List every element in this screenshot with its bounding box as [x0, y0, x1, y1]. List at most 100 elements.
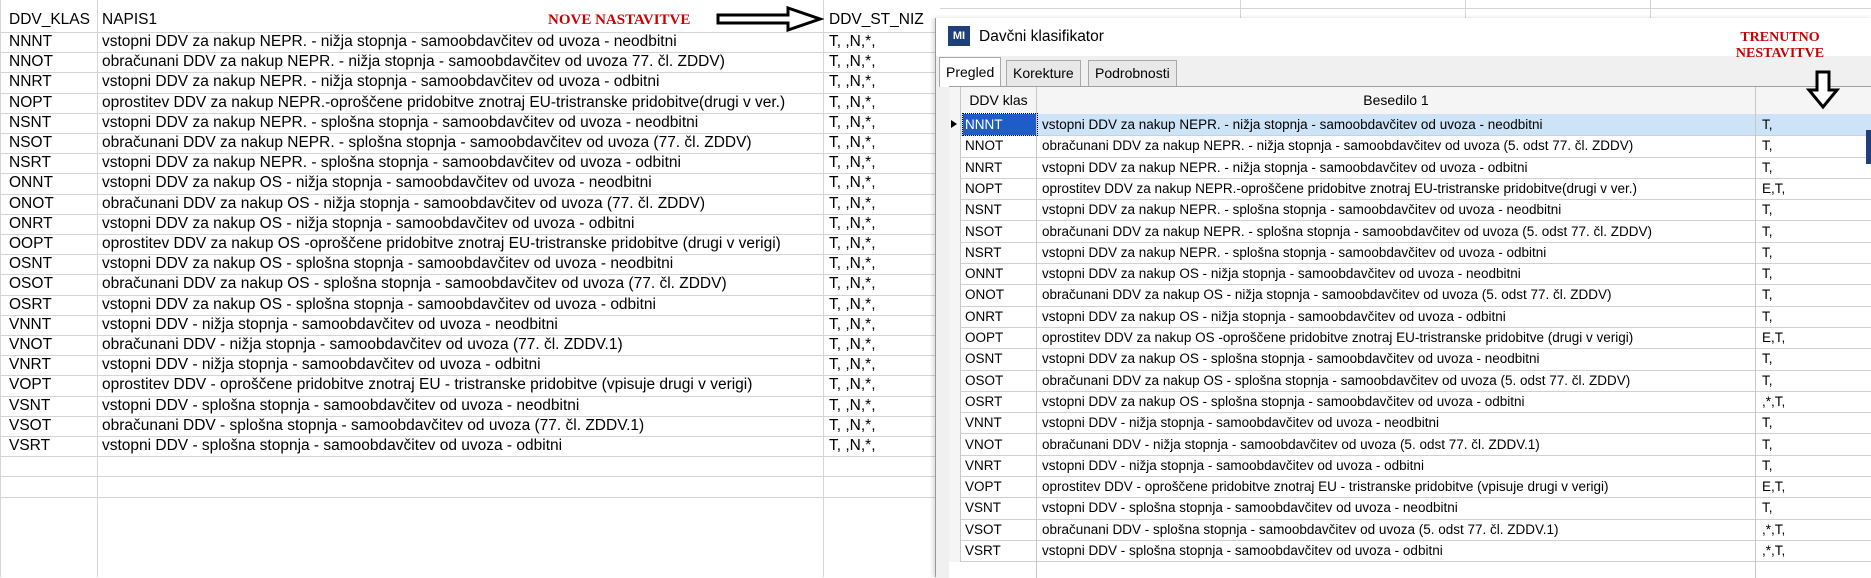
- grid-row[interactable]: OSOT obračunani DDV za nakup OS - splošna…: [949, 369, 1871, 392]
- grid-row[interactable]: VNNT vstopni DDV - nižja stopnja - samoob…: [949, 412, 1871, 435]
- cell-ddv-st-niz[interactable]: T, ,N,*,: [829, 173, 929, 193]
- cell-stopnja[interactable]: T,: [1762, 242, 1862, 263]
- cell-napis1[interactable]: obračunani DDV - splošna stopnja - samoo…: [102, 416, 822, 436]
- cell-stopnja[interactable]: T,: [1762, 434, 1862, 455]
- cell-besedilo[interactable]: vstopni DDV za nakup NEPR. - nižja stopn…: [1042, 157, 1754, 178]
- cell-ddv-st-niz[interactable]: T, ,N,*,: [829, 133, 929, 153]
- cell-stopnja[interactable]: T,: [1762, 497, 1862, 518]
- cell-napis1[interactable]: vstopni DDV za nakup OS - splošna stopnj…: [102, 254, 822, 274]
- grid-row[interactable]: VSNT vstopni DDV - splošna stopnja - samo…: [949, 497, 1871, 520]
- cell-besedilo[interactable]: obračunani DDV za nakup OS - nižja stopn…: [1042, 284, 1754, 305]
- row-indicator[interactable]: [949, 241, 961, 264]
- row-indicator[interactable]: [949, 284, 961, 307]
- cell-ddv-klas[interactable]: VSRT: [965, 540, 1033, 561]
- cell-stopnja[interactable]: E,T,: [1762, 327, 1862, 348]
- cell-ddv-st-niz[interactable]: T, ,N,*,: [829, 315, 929, 335]
- row-indicator[interactable]: [949, 305, 961, 328]
- cell-ddv-st-niz[interactable]: T, ,N,*,: [829, 194, 929, 214]
- grid-row[interactable]: VNOT obračunani DDV - nižja stopnja - sam…: [949, 433, 1871, 456]
- cell-ddv-klas[interactable]: OSRT: [9, 295, 97, 315]
- cell-besedilo[interactable]: oprostitev DDV za nakup OS -oproščene pr…: [1042, 327, 1754, 348]
- cell-ddv-klas[interactable]: OSOT: [9, 274, 97, 294]
- cell-besedilo[interactable]: obračunani DDV - splošna stopnja - samoo…: [1042, 519, 1754, 540]
- row-indicator[interactable]: [949, 220, 961, 243]
- cell-napis1[interactable]: oprostitev DDV za nakup OS -oproščene pr…: [102, 234, 822, 254]
- grid-row[interactable]: NNOT obračunani DDV za nakup NEPR. - nižj…: [949, 135, 1871, 158]
- cell-ddv-st-niz[interactable]: T, ,N,*,: [829, 436, 929, 456]
- row-indicator[interactable]: [949, 114, 961, 136]
- cell-ddv-st-niz[interactable]: T, ,N,*,: [829, 32, 929, 52]
- cell-stopnja[interactable]: ,*,T,: [1762, 519, 1862, 540]
- grid-row[interactable]: OSRT vstopni DDV za nakup OS - splošna st…: [949, 390, 1871, 414]
- cell-ddv-st-niz[interactable]: T, ,N,*,: [829, 335, 929, 355]
- cell-stopnja[interactable]: ,*,T,: [1762, 540, 1862, 561]
- cell-stopnja[interactable]: T,: [1762, 348, 1862, 369]
- cell-napis1[interactable]: vstopni DDV - nižja stopnja - samoobdavč…: [102, 315, 822, 335]
- cell-ddv-klas[interactable]: VSOT: [9, 416, 97, 436]
- cell-besedilo[interactable]: obračunani DDV - nižja stopnja - samoobd…: [1042, 434, 1754, 455]
- grid-row[interactable]: OOPT oprostitev DDV za nakup OS -oproščen…: [949, 327, 1871, 350]
- row-indicator[interactable]: [949, 348, 961, 371]
- cell-ddv-klas[interactable]: NSNT: [965, 199, 1033, 220]
- row-indicator[interactable]: [949, 476, 961, 499]
- header-ddv-klas[interactable]: DDV klas: [961, 87, 1037, 114]
- cell-ddv-klas[interactable]: OOPT: [965, 327, 1033, 348]
- cell-ddv-klas[interactable]: VOPT: [965, 476, 1033, 497]
- row-indicator[interactable]: [949, 199, 961, 222]
- cell-ddv-klas[interactable]: NOPT: [965, 178, 1033, 199]
- cell-napis1[interactable]: vstopni DDV za nakup NEPR. - splošna sto…: [102, 113, 822, 133]
- header-ddv-klas[interactable]: DDV_KLAS: [9, 8, 97, 32]
- cell-ddv-st-niz[interactable]: T, ,N,*,: [829, 355, 929, 375]
- cell-napis1[interactable]: oprostitev DDV za nakup NEPR.-oproščene …: [102, 93, 822, 113]
- cell-besedilo[interactable]: vstopni DDV za nakup OS - nižja stopnja …: [1042, 306, 1754, 327]
- cell-ddv-klas[interactable]: ONRT: [9, 214, 97, 234]
- header-besedilo[interactable]: Besedilo 1: [1037, 87, 1756, 114]
- cell-ddv-st-niz[interactable]: T, ,N,*,: [829, 375, 929, 395]
- cell-ddv-st-niz[interactable]: T, ,N,*,: [829, 396, 929, 416]
- cell-ddv-klas[interactable]: VSRT: [9, 436, 97, 456]
- cell-ddv-st-niz[interactable]: T, ,N,*,: [829, 214, 929, 234]
- grid-row[interactable]: NSRT vstopni DDV za nakup NEPR. - splošna…: [949, 241, 1871, 265]
- cell-ddv-klas[interactable]: NNNT: [962, 113, 1038, 136]
- cell-ddv-st-niz[interactable]: T, ,N,*,: [829, 52, 929, 72]
- cell-napis1[interactable]: oprostitev DDV - oproščene pridobitve zn…: [102, 375, 822, 395]
- cell-ddv-klas[interactable]: VNOT: [965, 434, 1033, 455]
- cell-stopnja[interactable]: T,: [1762, 157, 1862, 178]
- cell-stopnja[interactable]: T,: [1762, 114, 1862, 135]
- scrollbar-thumb[interactable]: [1866, 130, 1871, 164]
- cell-besedilo[interactable]: vstopni DDV za nakup NEPR. - nižja stopn…: [1042, 114, 1754, 135]
- cell-ddv-klas[interactable]: ONRT: [965, 306, 1033, 327]
- cell-ddv-klas[interactable]: NNOT: [9, 52, 97, 72]
- cell-ddv-klas[interactable]: ONNT: [965, 263, 1033, 284]
- row-indicator[interactable]: [949, 433, 961, 456]
- cell-stopnja[interactable]: T,: [1762, 412, 1862, 433]
- cell-stopnja[interactable]: T,: [1762, 284, 1862, 305]
- grid-row[interactable]: NOPT oprostitev DDV za nakup NEPR.-oprošč…: [949, 177, 1871, 201]
- cell-stopnja[interactable]: T,: [1762, 455, 1862, 476]
- grid-row[interactable]: ONRT vstopni DDV za nakup OS - nižja stop…: [949, 305, 1871, 328]
- grid-row[interactable]: NNRT vstopni DDV za nakup NEPR. - nižja s…: [949, 156, 1871, 179]
- cell-besedilo[interactable]: vstopni DDV za nakup OS - splošna stopnj…: [1042, 348, 1754, 369]
- cell-besedilo[interactable]: oprostitev DDV za nakup NEPR.-oproščene …: [1042, 178, 1754, 199]
- grid-row[interactable]: OSNT vstopni DDV za nakup OS - splošna st…: [949, 348, 1871, 371]
- cell-ddv-klas[interactable]: NSRT: [965, 242, 1033, 263]
- row-indicator[interactable]: [949, 156, 961, 179]
- cell-ddv-st-niz[interactable]: T, ,N,*,: [829, 113, 929, 133]
- cell-stopnja[interactable]: T,: [1762, 221, 1862, 242]
- cell-besedilo[interactable]: vstopni DDV za nakup OS - splošna stopnj…: [1042, 391, 1754, 412]
- cell-ddv-klas[interactable]: VNNT: [9, 315, 97, 335]
- cell-besedilo[interactable]: vstopni DDV - nižja stopnja - samoobdavč…: [1042, 455, 1754, 476]
- cell-ddv-st-niz[interactable]: T, ,N,*,: [829, 153, 929, 173]
- cell-stopnja[interactable]: E,T,: [1762, 178, 1862, 199]
- grid-row[interactable]: NNNT vstopni DDV za nakup NEPR. - nižja s…: [949, 113, 1871, 137]
- cell-ddv-klas[interactable]: NNRT: [965, 157, 1033, 178]
- row-indicator[interactable]: [949, 540, 961, 562]
- cell-napis1[interactable]: obračunani DDV - nižja stopnja - samoobd…: [102, 335, 822, 355]
- cell-ddv-klas[interactable]: VSNT: [965, 497, 1033, 518]
- cell-ddv-st-niz[interactable]: T, ,N,*,: [829, 72, 929, 92]
- cell-ddv-klas[interactable]: OSNT: [965, 348, 1033, 369]
- grid-row[interactable]: NSNT vstopni DDV za nakup NEPR. - splošna…: [949, 199, 1871, 222]
- tab-podrobnosti[interactable]: Podrobnosti: [1088, 60, 1177, 86]
- cell-ddv-klas[interactable]: VNRT: [965, 455, 1033, 476]
- header-ddv-st-niz[interactable]: DDV_ST_NIZ: [829, 8, 929, 32]
